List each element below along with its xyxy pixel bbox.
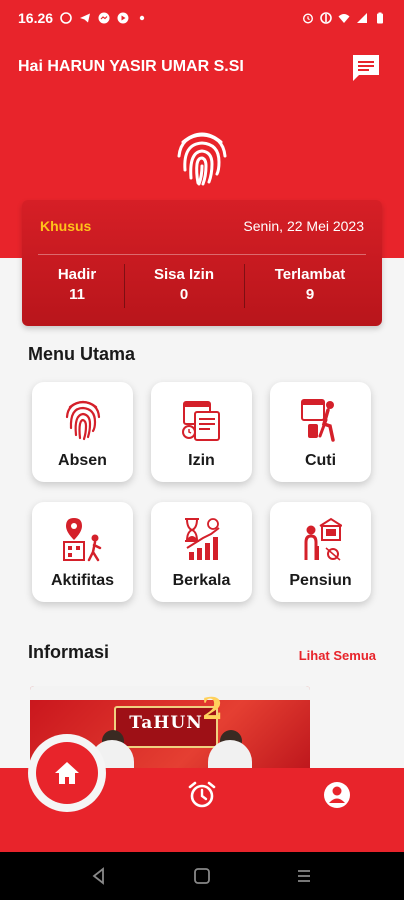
alarm-clock-icon[interactable] <box>187 780 217 810</box>
stat-value: 11 <box>69 286 85 303</box>
dot-icon <box>139 15 145 21</box>
stat-label: Hadir <box>57 266 97 283</box>
hourglass-growth-icon <box>185 518 220 560</box>
media-icon <box>117 12 129 24</box>
home-nav-button[interactable] <box>36 742 98 804</box>
stat-value: 9 <box>305 286 315 303</box>
chat-icon[interactable] <box>350 52 382 84</box>
profile-icon[interactable] <box>322 780 352 810</box>
fingerprint-icon[interactable] <box>171 126 233 188</box>
info-section-title: Informasi <box>28 642 110 662</box>
stat-sisa-izin: Sisa Izin 0 <box>132 266 236 303</box>
attendance-type: Khusus <box>40 218 92 234</box>
divider <box>38 254 366 255</box>
notification-icon <box>60 12 72 24</box>
leave-travel-icon <box>301 399 335 442</box>
wifi-icon <box>338 14 350 23</box>
recents-icon[interactable] <box>294 866 314 886</box>
back-icon[interactable] <box>89 866 109 886</box>
menu-izin-button[interactable]: Izin <box>151 382 252 482</box>
alarm-icon <box>302 13 314 24</box>
fingerprint-icon <box>65 400 101 441</box>
menu-label: Izin <box>188 452 215 469</box>
battery-icon <box>377 12 383 24</box>
attendance-stats-card: Khusus Senin, 22 Mei 2023 Hadir 11 Sisa … <box>22 200 382 326</box>
permission-document-icon <box>182 401 220 441</box>
menu-pensiun-button[interactable]: Pensiun <box>270 502 371 602</box>
stat-label: Sisa Izin <box>153 266 215 283</box>
telegram-icon <box>80 13 91 23</box>
signal-icon <box>357 13 367 23</box>
menu-label: Pensiun <box>289 572 352 589</box>
home-system-icon[interactable] <box>192 866 212 886</box>
status-bar: 16.26 <box>0 0 404 36</box>
stat-terlambat: Terlambat 9 <box>254 266 366 303</box>
menu-section-title: Menu Utama <box>28 344 136 364</box>
divider <box>124 264 125 308</box>
banner-text: TaHUN <box>129 713 203 733</box>
retirement-icon <box>304 517 342 561</box>
current-date: Senin, 22 Mei 2023 <box>243 218 364 234</box>
menu-berkala-button[interactable]: Berkala <box>151 502 252 602</box>
system-navigation-bar <box>0 852 404 900</box>
menu-absen-button[interactable]: Absen <box>32 382 133 482</box>
menu-label: Berkala <box>172 572 231 589</box>
menu-label: Absen <box>58 452 107 469</box>
menu-cuti-button[interactable]: Cuti <box>270 382 371 482</box>
menu-label: Aktifitas <box>50 572 115 589</box>
menu-aktifitas-button[interactable]: Aktifitas <box>32 502 133 602</box>
status-time: 16.26 <box>18 10 54 26</box>
stat-value: 0 <box>179 286 189 303</box>
menu-label: Cuti <box>304 452 337 469</box>
data-saver-icon <box>320 12 332 24</box>
activity-location-icon <box>63 518 102 562</box>
divider <box>244 264 245 308</box>
banner-number: 2 <box>202 692 223 727</box>
banner-strip <box>30 686 310 700</box>
stat-label: Terlambat <box>274 266 346 283</box>
see-all-link[interactable]: Lihat Semua <box>299 648 376 663</box>
messenger-icon <box>98 12 110 24</box>
home-icon <box>55 762 79 784</box>
greeting-text: Hai HARUN YASIR UMAR S.SI <box>18 58 244 75</box>
stat-hadir: Hadir 11 <box>22 266 132 303</box>
